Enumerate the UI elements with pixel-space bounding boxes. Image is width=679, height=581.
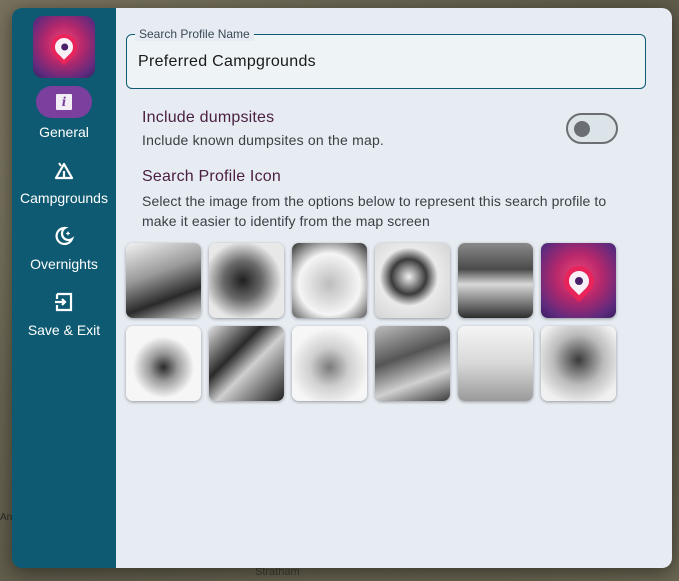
profile-icon-title: Search Profile Icon <box>142 168 281 185</box>
search-profile-dialog: i General Campgrounds Overnights Save & … <box>12 8 672 568</box>
dumpsites-setting: Include dumpsites Include known dumpsite… <box>142 109 618 148</box>
bottle-bw-icon[interactable] <box>209 243 284 318</box>
camper-bw-icon[interactable] <box>292 243 367 318</box>
toggle-knob <box>574 121 590 137</box>
map-pin-icon <box>557 259 600 302</box>
dumpsites-description: Include known dumpsites on the map. <box>142 132 385 148</box>
piggybank-bw-icon[interactable] <box>292 326 367 401</box>
profile-icon-section: Search Profile Icon Select the image fro… <box>142 168 642 231</box>
map-place-label: An <box>0 512 13 523</box>
dumpsites-toggle[interactable] <box>566 113 618 144</box>
sidebar-item-label: Overnights <box>30 256 98 272</box>
moon-stars-icon <box>55 226 75 246</box>
profile-name-input[interactable] <box>138 52 645 71</box>
sidebar-item-label: General <box>39 124 89 140</box>
nav-pill: i <box>36 86 92 118</box>
sidebar-item-save-exit[interactable]: Save & Exit <box>12 286 116 338</box>
profile-name-label: Search Profile Name <box>135 27 254 41</box>
app-logo <box>33 16 95 78</box>
app-logo-color-icon[interactable] <box>541 243 616 318</box>
profile-name-field[interactable]: Search Profile Name <box>126 27 646 89</box>
sign-bw-icon[interactable] <box>209 326 284 401</box>
info-icon: i <box>56 94 72 110</box>
settings-content: Search Profile Name Include dumpsites In… <box>116 8 672 568</box>
profile-icon-grid <box>126 243 646 401</box>
dumpsites-title: Include dumpsites <box>142 109 275 126</box>
house-bw-icon[interactable] <box>126 243 201 318</box>
nav-pill <box>36 154 92 186</box>
sidebar-item-campgrounds[interactable]: Campgrounds <box>12 154 116 206</box>
kids-bw-icon[interactable] <box>541 326 616 401</box>
station-bw-icon[interactable] <box>458 326 533 401</box>
profile-icon-description: Select the image from the options below … <box>142 193 607 229</box>
lake-bw-icon[interactable] <box>458 243 533 318</box>
exit-icon <box>55 292 73 312</box>
city-bw-icon[interactable] <box>375 326 450 401</box>
magnifier-bw-icon[interactable] <box>375 243 450 318</box>
sidebar-item-general[interactable]: i General <box>12 86 116 140</box>
nav-pill <box>36 286 92 318</box>
explosion-bw-icon[interactable] <box>126 326 201 401</box>
sidebar-item-label: Campgrounds <box>20 190 108 206</box>
sidebar-item-label: Save & Exit <box>27 322 101 338</box>
map-pin-icon <box>45 28 83 66</box>
tent-icon <box>54 162 74 180</box>
sidebar: i General Campgrounds Overnights Save & … <box>12 8 116 568</box>
sidebar-item-overnights[interactable]: Overnights <box>12 220 116 272</box>
nav-pill <box>36 220 92 252</box>
